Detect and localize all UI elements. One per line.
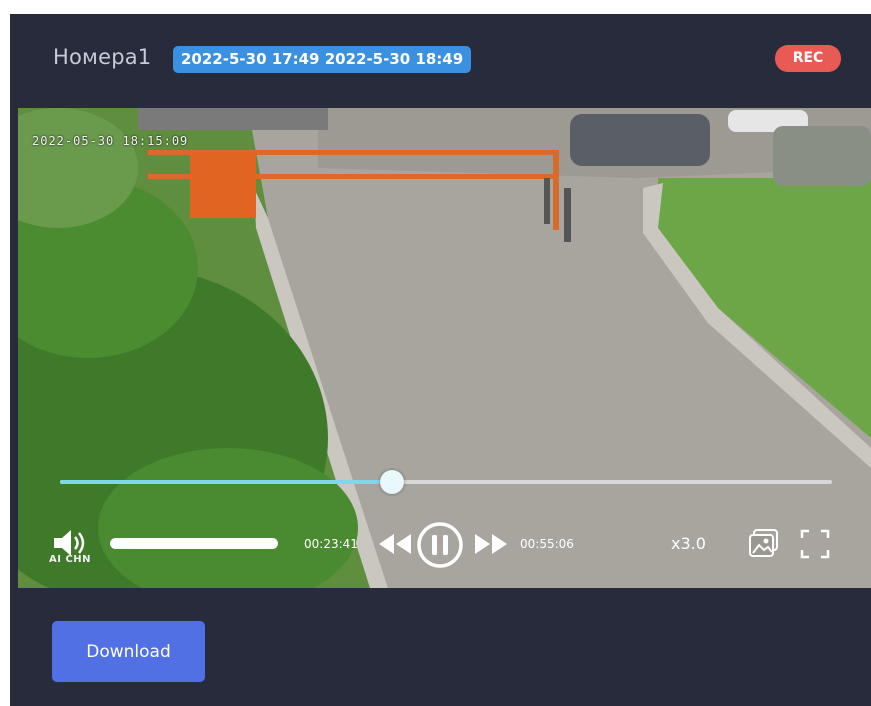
- video-frame: [18, 108, 871, 588]
- pause-icon[interactable]: [416, 521, 464, 569]
- download-button[interactable]: Download: [52, 621, 205, 682]
- video-player[interactable]: 2022-05-30 18:15:09 AI CHN 00:23:41 00:5…: [18, 108, 871, 588]
- progress-handle[interactable]: [379, 470, 404, 494]
- fast-forward-icon[interactable]: [474, 533, 508, 555]
- volume-slider[interactable]: [110, 538, 278, 549]
- time-range-badge: 2022-5-30 17:49 2022-5-30 18:49: [173, 46, 472, 73]
- rec-badge: REC: [775, 45, 841, 72]
- progress-bar[interactable]: [60, 470, 832, 494]
- panel-header: Номера1 2022-5-30 17:49 2022-5-30 18:49 …: [10, 14, 871, 108]
- playback-speed[interactable]: x3.0: [671, 534, 706, 553]
- osd-timestamp: 2022-05-30 18:15:09: [32, 134, 189, 148]
- current-time: 00:23:41: [304, 537, 358, 551]
- total-time: 00:55:06: [520, 537, 574, 551]
- camera-title: Номера1: [53, 45, 152, 69]
- snapshot-icon[interactable]: [748, 527, 780, 559]
- audio-channel-label: AI CHN: [49, 554, 92, 565]
- fullscreen-icon[interactable]: [800, 529, 830, 559]
- progress-fill: [60, 480, 392, 484]
- rewind-icon[interactable]: [378, 533, 412, 555]
- video-playback-panel: Номера1 2022-5-30 17:49 2022-5-30 18:49 …: [10, 14, 871, 706]
